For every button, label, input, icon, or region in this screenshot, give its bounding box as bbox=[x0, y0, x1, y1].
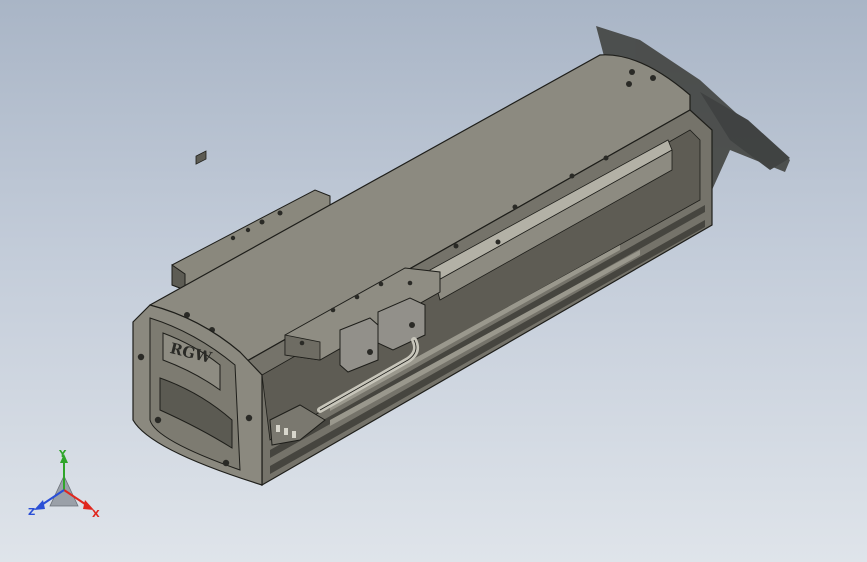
linear-actuator-model[interactable]: RGW bbox=[0, 0, 867, 562]
z-axis-label: Z bbox=[28, 507, 35, 518]
x-axis-label: X bbox=[92, 509, 100, 520]
axis-triad: Y X Z bbox=[28, 449, 100, 520]
graphics-viewport[interactable]: RGW Y X Z bbox=[0, 0, 867, 562]
y-axis-label: Y bbox=[58, 449, 67, 460]
